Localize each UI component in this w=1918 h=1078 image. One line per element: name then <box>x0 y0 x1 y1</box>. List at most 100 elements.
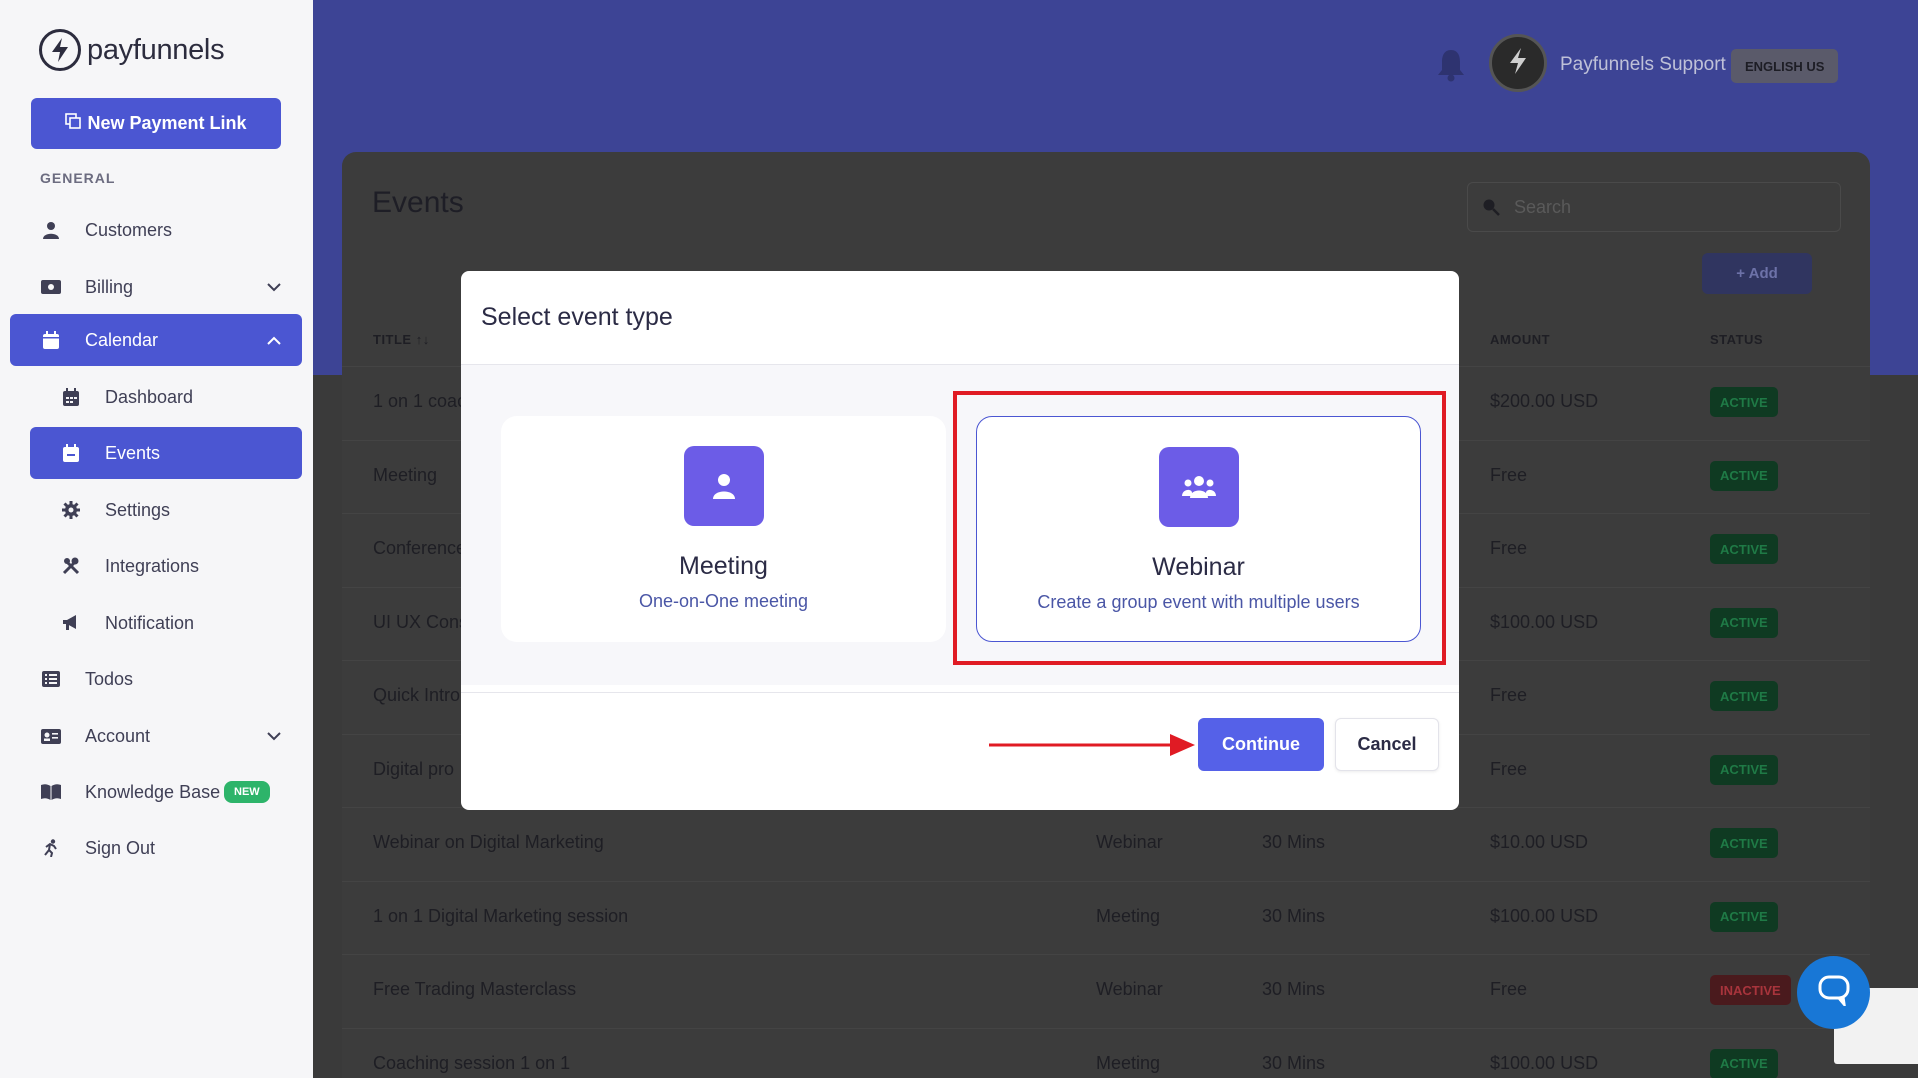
sidebar-item-billing[interactable]: Billing <box>10 261 302 313</box>
search-icon <box>1482 198 1500 216</box>
cell-amount: $100.00 USD <box>1490 611 1599 632</box>
add-event-button[interactable]: + Add <box>1702 253 1812 294</box>
user-name[interactable]: Payfunnels Support <box>1560 54 1726 76</box>
lightning-icon <box>39 29 81 71</box>
status-badge: ACTIVE <box>1710 607 1778 638</box>
cell-type: Meeting <box>1096 905 1161 926</box>
cell-title: Webinar on Digital Marketing <box>373 832 604 852</box>
table-row[interactable]: Free Trading Masterclass Webinar 30 Mins Fr… <box>342 954 1870 1027</box>
user-icon <box>683 446 764 526</box>
cell-title: Digital pro <box>373 758 455 779</box>
sidebar-item-label: Sign Out <box>85 837 156 858</box>
divider <box>461 692 1459 693</box>
sidebar-item-events[interactable]: Events <box>30 427 302 479</box>
calendar-icon <box>60 442 82 464</box>
cell-duration: 30 Mins <box>1262 905 1326 926</box>
search-input[interactable]: Search <box>1467 182 1841 232</box>
status-badge: ACTIVE <box>1710 460 1778 491</box>
calendar-grid-icon <box>60 386 82 408</box>
cell-type: Meeting <box>1096 1052 1161 1073</box>
avatar[interactable] <box>1489 34 1547 92</box>
event-type-meeting-card[interactable]: Meeting One-on-One meeting <box>501 416 946 642</box>
book-icon <box>40 781 62 803</box>
cell-amount: Free <box>1490 979 1528 999</box>
chevron-up-icon[interactable] <box>264 330 284 350</box>
column-header-status: STATUS <box>1710 332 1764 347</box>
annotation-highlight-box <box>953 391 1446 665</box>
modal-title: Select event type <box>481 303 673 331</box>
chevron-down-icon[interactable] <box>264 726 284 746</box>
section-label-general: GENERAL <box>40 170 116 186</box>
chevron-down-icon[interactable] <box>264 277 284 297</box>
cell-duration: 30 Mins <box>1262 832 1326 852</box>
cancel-button[interactable]: Cancel <box>1335 718 1439 771</box>
status-badge: ACTIVE <box>1710 754 1778 785</box>
sidebar-item-label: Billing <box>85 276 134 297</box>
cell-title: Coaching session 1 on 1 <box>373 1052 571 1073</box>
sidebar-item-knowledge-base[interactable]: Knowledge Base NEW <box>10 766 302 818</box>
chat-widget-button[interactable] <box>1797 956 1870 1029</box>
sidebar-item-notification[interactable]: Notification <box>30 597 302 649</box>
cell-amount: Free <box>1490 758 1528 779</box>
cell-title: Free Trading Masterclass <box>373 979 577 999</box>
sort-arrows-icon: ↑↓ <box>415 332 430 347</box>
table-row[interactable]: Webinar on Digital Marketing Webinar 30 Mi… <box>342 807 1870 880</box>
table-row[interactable]: 1 on 1 Digital Marketing session Meeting 3… <box>342 880 1870 954</box>
cell-duration: 30 Mins <box>1262 979 1326 999</box>
status-badge: ACTIVE <box>1710 1048 1778 1078</box>
column-header-title[interactable]: TITLE ↑↓ <box>373 332 430 347</box>
page-title: Events <box>372 186 464 219</box>
money-icon <box>40 276 62 298</box>
gear-icon <box>60 499 82 521</box>
table-row[interactable]: Coaching session 1 on 1 Meeting 30 Mins $10… <box>342 1027 1870 1078</box>
cell-title: Meeting <box>373 464 438 485</box>
sidebar: payfunnels New Payment Link GENERAL Cust… <box>0 0 313 1078</box>
sidebar-item-account[interactable]: Account <box>10 710 302 762</box>
continue-button[interactable]: Continue <box>1198 718 1324 771</box>
sidebar-item-settings[interactable]: Settings <box>30 484 302 536</box>
cell-title: Quick Intro <box>373 685 461 705</box>
cell-amount: $100.00 USD <box>1490 905 1599 926</box>
sidebar-item-todos[interactable]: Todos <box>10 653 302 705</box>
annotation-arrow-icon <box>989 734 1195 756</box>
run-icon <box>40 837 62 859</box>
language-button[interactable]: ENGLISH US <box>1731 49 1839 83</box>
status-badge: ACTIVE <box>1710 828 1778 858</box>
sidebar-item-label: Notification <box>105 612 195 633</box>
event-type-name: Meeting <box>679 552 768 580</box>
cell-amount: $10.00 USD <box>1490 832 1589 852</box>
brand-logo[interactable]: payfunnels <box>39 29 225 71</box>
lightning-icon <box>1507 47 1529 80</box>
cell-amount: $200.00 USD <box>1490 391 1599 411</box>
new-payment-link-button[interactable]: New Payment Link <box>31 98 281 149</box>
cell-type: Webinar <box>1096 832 1163 852</box>
status-badge: ACTIVE <box>1710 387 1778 417</box>
sidebar-item-sign-out[interactable]: Sign Out <box>10 822 302 874</box>
status-badge: ACTIVE <box>1710 901 1778 932</box>
sidebar-item-integrations[interactable]: Integrations <box>30 540 302 592</box>
cell-title: 1 on 1 coac <box>373 391 467 411</box>
sidebar-item-label: Customers <box>85 219 173 240</box>
sidebar-item-customers[interactable]: Customers <box>10 204 302 256</box>
status-badge: ACTIVE <box>1710 534 1778 564</box>
copy-icon <box>65 113 82 134</box>
search-placeholder: Search <box>1514 196 1572 217</box>
id-card-icon <box>40 725 62 747</box>
cell-amount: Free <box>1490 538 1528 558</box>
sidebar-item-label: Calendar <box>85 329 159 350</box>
new-payment-link-label: New Payment Link <box>87 113 247 133</box>
cell-title: 1 on 1 Digital Marketing session <box>373 905 629 926</box>
calendar-icon <box>40 329 62 351</box>
bell-icon[interactable] <box>1435 48 1467 82</box>
cell-title: UI UX Cons <box>373 611 469 632</box>
event-type-description: One-on-One meeting <box>638 591 809 611</box>
cell-amount: Free <box>1490 685 1528 705</box>
user-icon <box>40 219 62 241</box>
status-badge: INACTIVE <box>1710 975 1791 1005</box>
sidebar-item-calendar[interactable]: Calendar <box>10 314 302 366</box>
cell-amount: $100.00 USD <box>1490 1052 1599 1073</box>
list-icon <box>40 668 62 690</box>
brand-name: payfunnels <box>87 33 225 66</box>
cell-amount: Free <box>1490 464 1528 485</box>
sidebar-item-dashboard[interactable]: Dashboard <box>30 371 302 423</box>
